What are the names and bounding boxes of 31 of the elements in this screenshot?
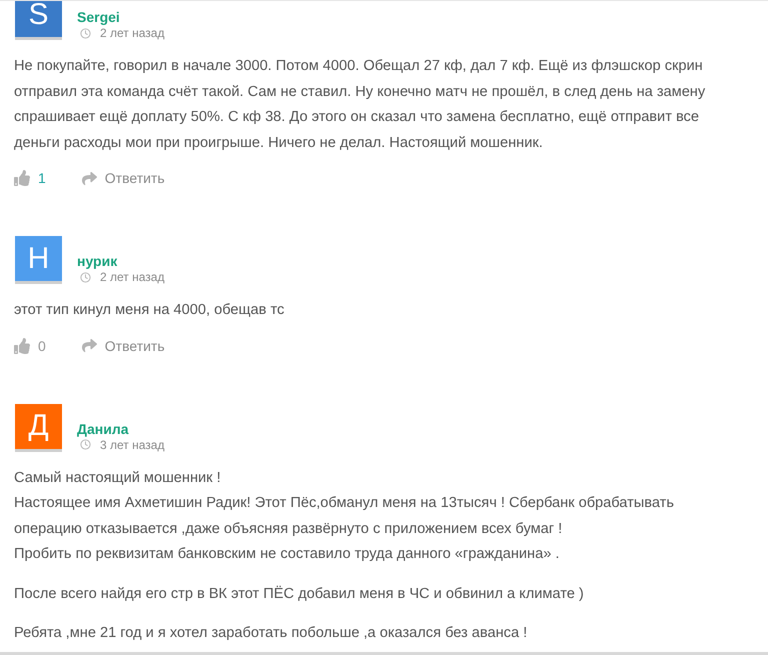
comment-time: 3 лет назад [100,438,164,452]
thumbs-up-icon[interactable] [14,338,30,354]
like-count: 1 [38,170,46,186]
share-arrow-icon[interactable] [82,338,97,353]
reply-link[interactable]: Ответить [104,170,165,186]
comment-text: отправил эта команда счёт такой. Сам не ставил. Ну конечно матч не прошёл, в след день на замену [14,82,706,102]
comment-text: Настоящее имя Ахметишин Радик! Этот Пёс,обманул меня на 13тысяч ! Сбербанк обрабатывать [14,494,675,513]
clock-icon [80,28,91,38]
comment-text: спрашивает ещё доплату 50%. С кф 38. До этого он сказал что замена бесплатно, ещё отправит все [14,108,700,127]
comment-text: Не покупайте, говорил в начале 3000. Потом 4000. Обещал 27 кф, дал 7 кф. Ещё из флэшскор скрин [14,57,704,76]
author-name: Sergei [77,8,121,26]
like-count: 0 [38,338,46,354]
comment-time: 2 лет назад [100,270,164,284]
author-name: нурик [77,252,118,270]
comment-time: 2 лет назад [100,26,164,40]
reply-link[interactable]: Ответить [104,338,165,354]
comment-text: Ребята ,мне 21 год и я хотел заработать побольше ,а оказался без аванса ! [14,624,528,643]
comment-text: Самый настоящий мошенник ! [14,468,222,488]
avatar: Н [15,236,62,284]
comment-text: деньги расходы мои при проигрыше. Ничего не делал. Настоящий мошенник. [14,134,544,152]
share-arrow-icon[interactable] [82,170,97,186]
clock-icon [80,439,91,450]
thumbs-up-icon[interactable] [14,170,30,186]
avatar: S [15,1,62,40]
avatar: Д [15,404,62,452]
clock-icon [80,272,91,282]
comment-text: После всего найдя его стр в ВК этот ПЁС добавил меня в ЧС и обвинил а климате ) [14,584,585,604]
comment-text: этот тип кинул меня на 4000, обещав тс [14,301,286,320]
author-name: Данила [77,420,130,438]
comment-text: операцию отказывается ,даже объясняя развёрнуто с приложением всех бумаг ! [14,520,564,538]
comment-text: Пробить по реквизитам банковским не составило труда данного «гражданина» . [14,545,560,564]
